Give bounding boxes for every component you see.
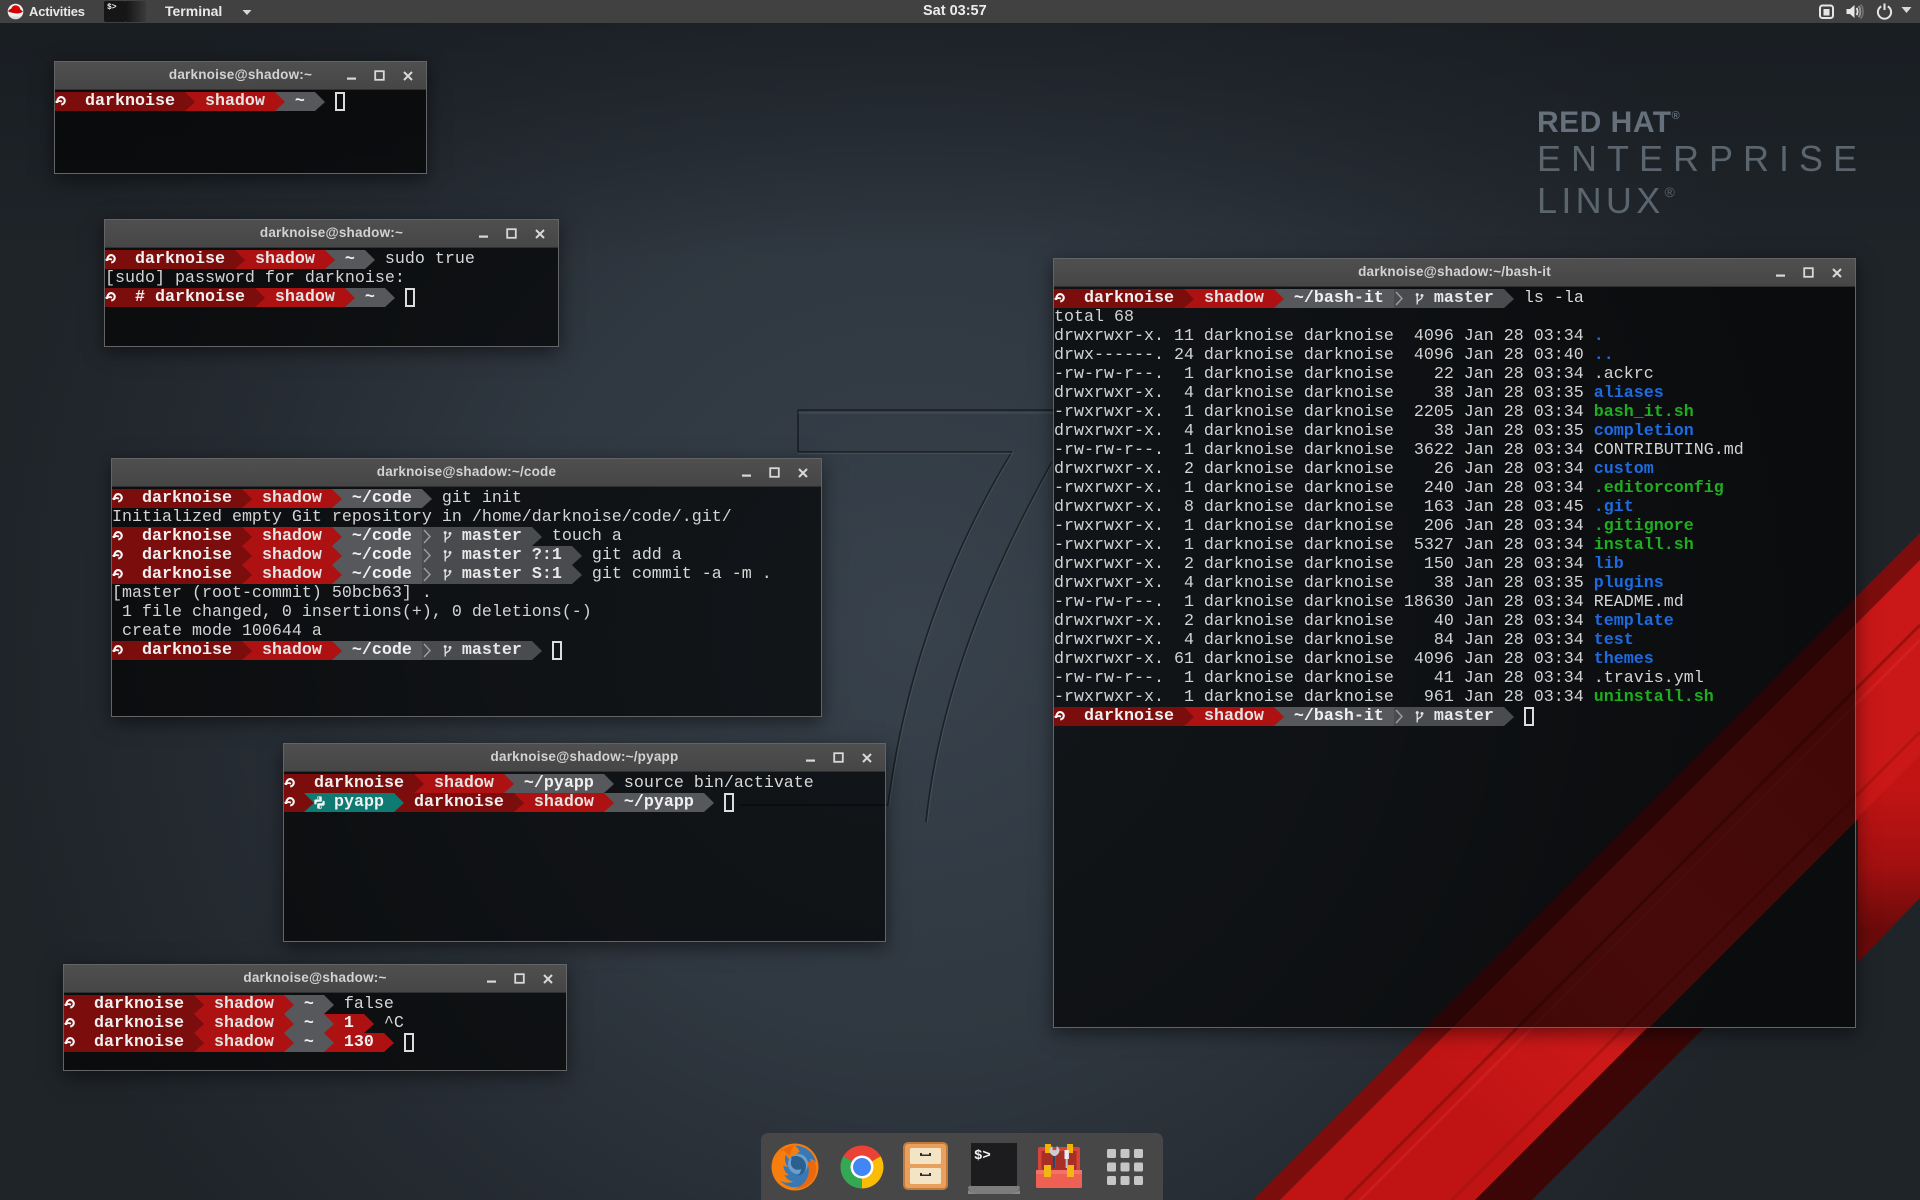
svg-text:$>: $> — [974, 1148, 991, 1164]
svg-text:$>: $> — [107, 3, 117, 12]
